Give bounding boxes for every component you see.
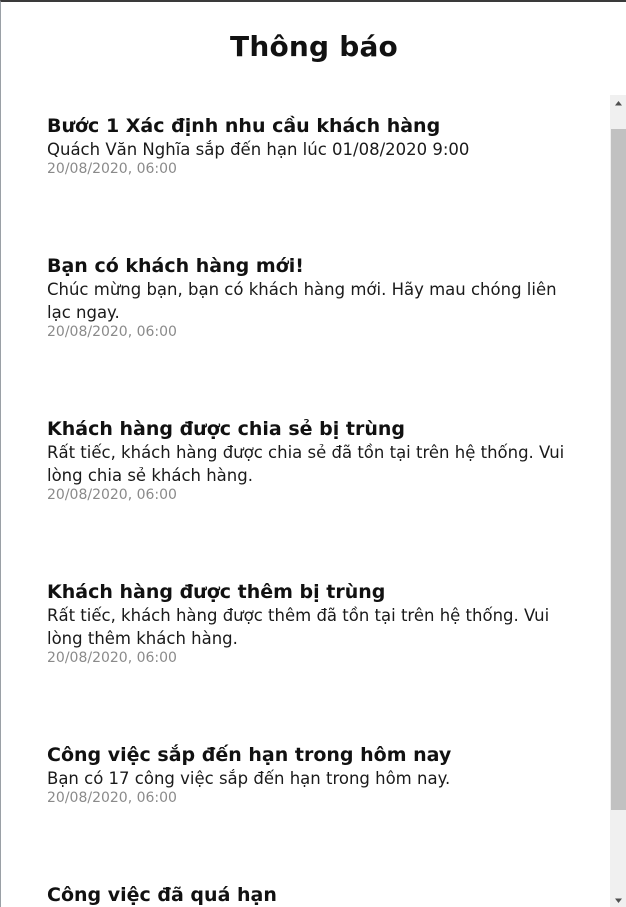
notification-time: 20/08/2020, 06:00 [47,161,177,177]
notification-body: Rất tiếc, khách hàng được chia sẻ đã tồn… [47,443,565,485]
notification-body: Chúc mừng bạn, bạn có khách hàng mới. Hã… [47,280,557,322]
notification-time: 20/08/2020, 06:00 [47,487,177,503]
notification-item[interactable]: Khách hàng được thêm bị trùng Rất tiếc, … [47,580,567,667]
notification-body: Bạn có 17 công việc sắp đến hạn trong hô… [47,769,451,788]
triangle-down-icon[interactable] [610,892,626,907]
notification-time: 20/08/2020, 06:00 [47,324,177,340]
triangle-up-icon[interactable] [610,95,626,112]
page-title: Thông báo [230,30,398,63]
notification-item[interactable]: Bước 1 Xác định nhu cầu khách hàng Quách… [47,114,567,178]
scrollbar-thumb[interactable] [611,129,626,810]
notification-title: Công việc đã quá hạn [47,884,277,906]
notification-body: Rất tiếc, khách hàng được thêm đã tồn tạ… [47,606,550,648]
notification-item[interactable]: Khách hàng được chia sẻ bị trùng Rất tiế… [47,417,567,504]
notification-title: Bạn có khách hàng mới! [47,255,304,277]
vertical-scrollbar[interactable] [610,95,626,907]
notification-item[interactable]: Công việc đã quá hạn [47,883,567,907]
notification-panel: Thông báo Bước 1 Xác định nhu cầu khách … [0,0,626,907]
notification-item[interactable]: Công việc sắp đến hạn trong hôm nay Bạn … [47,743,567,807]
notification-list[interactable]: Bước 1 Xác định nhu cầu khách hàng Quách… [1,95,610,907]
notification-time: 20/08/2020, 06:00 [47,650,177,666]
notification-title: Bước 1 Xác định nhu cầu khách hàng [47,115,441,137]
notification-item[interactable]: Bạn có khách hàng mới! Chúc mừng bạn, bạ… [47,254,567,341]
notification-title: Khách hàng được chia sẻ bị trùng [47,418,406,440]
notification-title: Khách hàng được thêm bị trùng [47,581,386,603]
notification-time: 20/08/2020, 06:00 [47,790,177,806]
notification-title: Công việc sắp đến hạn trong hôm nay [47,744,452,766]
notification-body: Quách Văn Nghĩa sắp đến hạn lúc 01/08/20… [47,140,470,159]
